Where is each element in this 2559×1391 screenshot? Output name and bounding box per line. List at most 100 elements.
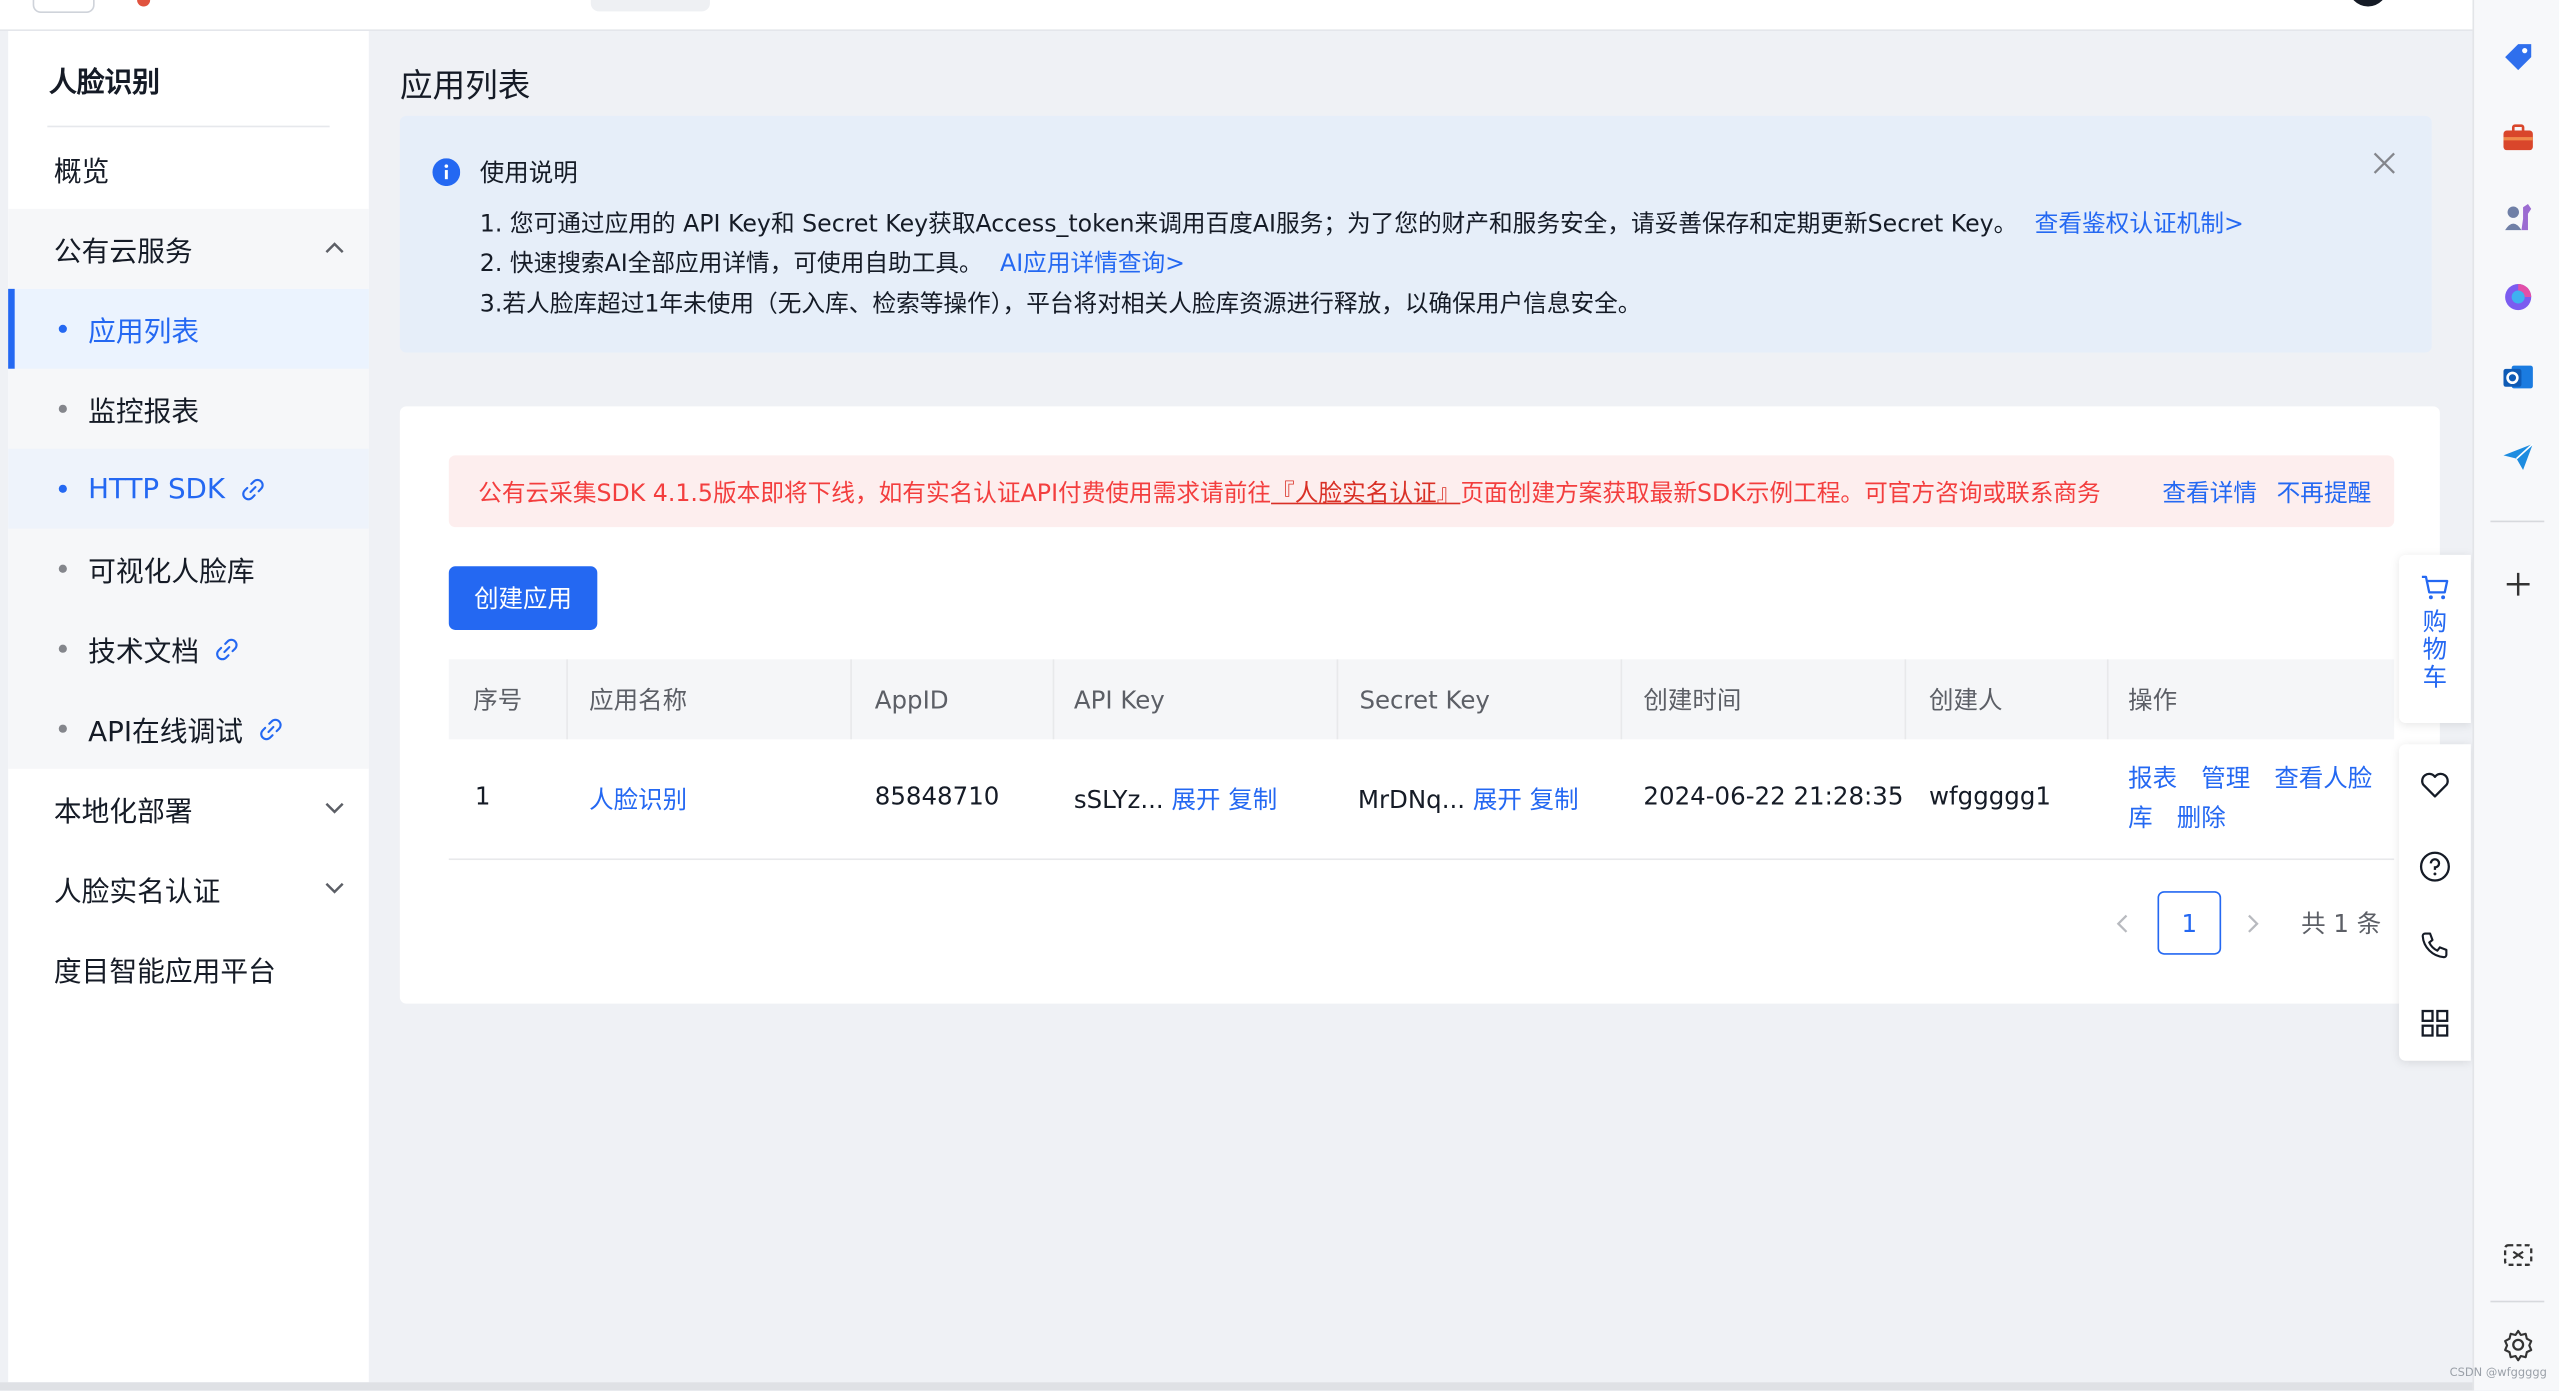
report-link[interactable]: 报表	[2128, 764, 2177, 793]
col-api-key: API Key	[1073, 684, 1165, 714]
sidebar-item-api-debug[interactable]: API在线调试	[8, 688, 369, 769]
sidebar-item-face-db[interactable]: 可视化人脸库	[8, 528, 369, 609]
bullet	[58, 404, 67, 413]
sidebar-item-label: 可视化人脸库	[88, 556, 255, 590]
cart-label: 购物车	[2422, 607, 2448, 692]
bottom-scrollbar[interactable]	[0, 1382, 2473, 1391]
sidebar-item-label: 应用列表	[88, 316, 200, 350]
view-details-link[interactable]: 查看详情	[2162, 475, 2257, 509]
alert-text-part: 页面创建方案获取最新SDK示例工程。可官方咨询或联系商务	[1460, 481, 2101, 508]
external-link-icon	[216, 638, 238, 660]
screenshot-icon[interactable]	[2500, 1237, 2536, 1273]
toolbox-icon[interactable]	[2500, 119, 2536, 155]
sidebar-item-label: 概览	[53, 156, 110, 190]
create-app-button[interactable]: 创建应用	[448, 566, 598, 630]
alert-text: 公有云采集SDK 4.1.5版本即将下线，如有实名认证API付费使用需求请前往『…	[478, 475, 2126, 509]
brand-logo	[137, 0, 151, 7]
sidebar-item-label: 监控报表	[88, 396, 200, 430]
col-divider	[566, 659, 568, 740]
delete-link[interactable]: 删除	[2177, 803, 2226, 832]
secret-key-expand-link[interactable]: 展开	[1473, 785, 1522, 814]
cell-actions: 报表 管理 查看人脸 库 删除	[2128, 759, 2372, 837]
sidebar-item-dumu[interactable]: 度目智能应用平台	[8, 929, 369, 1009]
avatar[interactable]	[2348, 0, 2388, 7]
page: 人脸识别 概览 公有云服务 应用列表 监控报表 HTTP SDK 可视化人脸库	[0, 0, 2559, 1391]
chevron-down-icon	[325, 882, 344, 894]
cell-creator: wfggggg1	[1929, 781, 2051, 812]
close-icon[interactable]	[2373, 152, 2396, 175]
phone-icon[interactable]	[2419, 929, 2452, 962]
col-secret-key: Secret Key	[1359, 684, 1490, 714]
col-actions: 操作	[2128, 685, 2178, 715]
ai-app-query-link[interactable]: AI应用详情查询>	[1000, 251, 1185, 277]
cart-icon	[2421, 575, 2449, 600]
heart-icon[interactable]	[2419, 769, 2452, 802]
sidebar-item-public-cloud[interactable]: 公有云服务	[8, 208, 369, 289]
real-name-auth-link[interactable]: 『人脸实名认证』	[1271, 481, 1460, 507]
app-name-link[interactable]: 人脸识别	[589, 782, 687, 816]
view-face-db-link[interactable]: 查看人脸	[2274, 764, 2372, 793]
col-divider	[1336, 659, 1339, 740]
external-link-icon	[242, 478, 264, 500]
table-row: 1 人脸识别 85848710 sSLYz... 展开 复制 MrDNq... …	[448, 739, 2395, 861]
sidebar-item-label: 本地化部署	[53, 796, 193, 830]
sidebar-item-real-name-auth[interactable]: 人脸实名认证	[8, 849, 369, 929]
send-icon[interactable]	[2500, 439, 2536, 475]
tag-icon[interactable]	[2500, 39, 2536, 75]
sdk-alert: 公有云采集SDK 4.1.5版本即将下线，如有实名认证API付费使用需求请前往『…	[448, 455, 2395, 528]
chevron-right-icon[interactable]	[2239, 911, 2265, 937]
copilot-icon[interactable]	[2500, 279, 2536, 315]
col-index: 序号	[473, 685, 523, 715]
sidebar-item-app-list[interactable]: 应用列表	[8, 288, 369, 369]
col-creator: 创建人	[1929, 685, 2003, 715]
notice-line-1: 1. 您可通过应用的 API Key和 Secret Key获取Access_t…	[480, 206, 2244, 240]
view-face-db-link-cont[interactable]: 库	[2128, 803, 2153, 832]
sidebar-item-local-deploy[interactable]: 本地化部署	[8, 769, 369, 849]
chevron-left-icon[interactable]	[2110, 911, 2136, 937]
col-divider	[1904, 659, 1907, 740]
help-icon[interactable]	[2419, 850, 2452, 883]
watermark: CSDN @wfggggg	[2449, 1365, 2547, 1380]
notice-text: 1. 您可通过应用的 API Key和 Secret Key获取Access_t…	[479, 212, 2018, 239]
sidebar-title: 人脸识别	[48, 66, 160, 100]
external-link-icon	[260, 717, 282, 740]
sidebar-item-overview[interactable]: 概览	[8, 129, 369, 209]
api-key-copy-link[interactable]: 复制	[1228, 785, 1277, 814]
sidebar-item-label: API在线调试	[88, 716, 244, 750]
top-back-button[interactable]	[32, 0, 95, 14]
floating-tools	[2399, 744, 2471, 1061]
sidebar-item-label: 度目智能应用平台	[53, 956, 276, 989]
notice-text: 2. 快速搜索AI全部应用详情，可使用自助工具。	[479, 251, 983, 278]
outlook-icon[interactable]	[2500, 359, 2536, 395]
bullet	[58, 564, 67, 573]
notice-line-2: 2. 快速搜索AI全部应用详情，可使用自助工具。 AI应用详情查询>	[480, 245, 1185, 279]
api-key-expand-link[interactable]: 展开	[1171, 785, 1220, 814]
col-app-name: 应用名称	[589, 685, 688, 715]
bullet	[58, 324, 67, 333]
grid-apps-icon[interactable]	[2419, 1007, 2452, 1040]
sidebar-item-http-sdk[interactable]: HTTP SDK	[8, 448, 369, 529]
app-list-card: 公有云采集SDK 4.1.5版本即将下线，如有实名认证API付费使用需求请前往『…	[399, 406, 2440, 1004]
no-remind-link[interactable]: 不再提醒	[2277, 475, 2372, 509]
rail-divider	[2490, 520, 2545, 523]
sidebar-item-monitor-report[interactable]: 监控报表	[8, 368, 369, 449]
table-header: 序号 应用名称 AppID API Key Secret Key 创建时间 创建…	[448, 659, 2395, 740]
sidebar-item-label: HTTP SDK	[88, 472, 226, 506]
sidebar-item-label: 人脸实名认证	[53, 876, 221, 910]
plus-icon[interactable]	[2500, 566, 2536, 602]
cart-widget[interactable]: 购物车	[2399, 554, 2471, 723]
top-tab[interactable]	[590, 0, 710, 12]
auth-mechanism-link[interactable]: 查看鉴权认证机制>	[2035, 212, 2244, 238]
sidebar-item-tech-docs[interactable]: 技术文档	[8, 608, 369, 689]
chess-icon[interactable]	[2500, 199, 2536, 235]
secret-key-copy-link[interactable]: 复制	[1530, 785, 1579, 814]
notice-line-3: 3.若人脸库超过1年未使用（无入库、检索等操作），平台将对相关人脸库资源进行释放…	[479, 292, 1642, 319]
manage-link[interactable]: 管理	[2201, 764, 2250, 793]
cell-api-key: sSLYz... 展开 复制	[1074, 782, 1277, 816]
gear-icon[interactable]	[2500, 1327, 2536, 1363]
page-current[interactable]: 1	[2157, 891, 2222, 955]
col-created-time: 创建时间	[1643, 685, 1742, 715]
rail-divider	[2490, 1300, 2545, 1303]
total-count: 共 1 条	[2301, 909, 2382, 939]
usage-notice: 使用说明 1. 您可通过应用的 API Key和 Secret Key获取Acc…	[399, 115, 2432, 353]
